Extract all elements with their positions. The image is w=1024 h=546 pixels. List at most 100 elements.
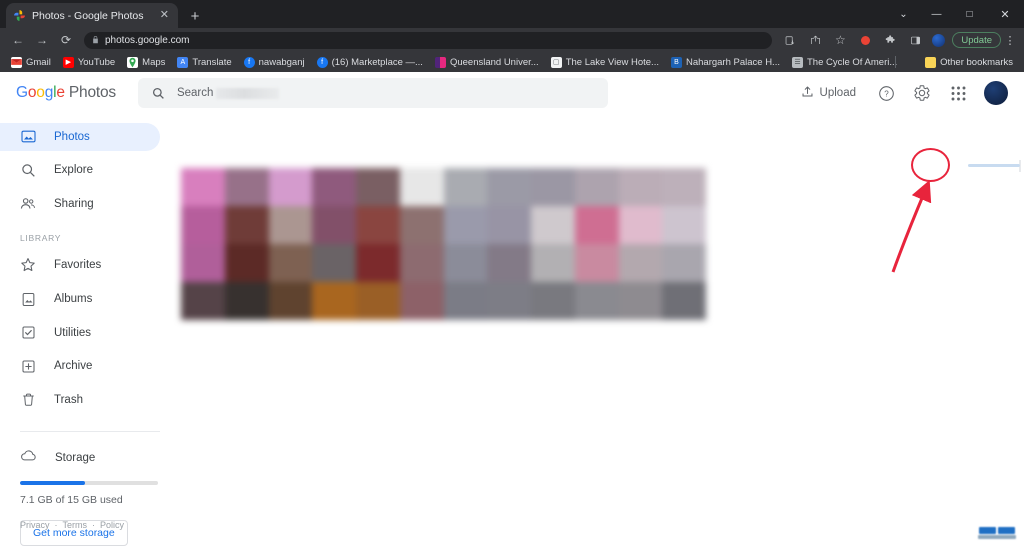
photo-thumbnail[interactable] [618, 168, 663, 206]
photo-thumbnail[interactable] [399, 168, 444, 206]
photo-thumbnail[interactable] [531, 168, 575, 206]
photo-thumbnail[interactable] [574, 168, 619, 206]
upload-button[interactable]: Upload [791, 79, 866, 107]
photo-thumbnail[interactable] [487, 168, 531, 206]
close-tab-icon[interactable]: ✕ [158, 8, 171, 23]
bookmark-translate[interactable]: A Translate [172, 54, 236, 71]
back-icon[interactable]: ← [6, 30, 30, 50]
photo-thumbnail[interactable] [487, 244, 531, 282]
browser-tab[interactable]: Photos - Google Photos ✕ [6, 3, 178, 28]
browser-profile-avatar[interactable] [932, 33, 946, 47]
bookmark-star-icon[interactable]: ☆ [828, 30, 852, 50]
photo-thumbnail[interactable] [356, 206, 400, 244]
photo-thumbnail[interactable] [574, 282, 619, 320]
privacy-link[interactable]: Privacy [20, 520, 50, 530]
photo-thumbnail[interactable] [399, 282, 444, 320]
photo-thumbnail[interactable] [487, 282, 531, 320]
other-bookmarks-button[interactable]: Other bookmarks [920, 54, 1018, 71]
extensions-icon[interactable] [878, 30, 902, 50]
address-bar[interactable]: photos.google.com [84, 31, 773, 49]
photo-thumbnail[interactable] [531, 282, 575, 320]
photo-thumbnail[interactable] [574, 244, 619, 282]
bookmark-cycle-of-ameri[interactable]: ☰ The Cycle Of Ameri... [787, 54, 902, 71]
search-input[interactable]: Search [137, 78, 608, 108]
photo-thumbnail[interactable] [356, 244, 400, 282]
photo-thumbnail[interactable] [181, 282, 225, 320]
update-button[interactable]: Update [952, 32, 1001, 48]
photo-thumbnail[interactable] [181, 244, 225, 282]
photo-thumbnail[interactable] [312, 168, 356, 206]
photo-thumbnail[interactable] [618, 206, 663, 244]
sidebar-item-sharing[interactable]: Sharing [0, 190, 160, 218]
sidebar-item-albums[interactable]: Albums [0, 285, 160, 313]
bookmark-lakeview[interactable]: ▢ The Lake View Hote... [546, 54, 664, 71]
photo-thumbnail[interactable] [224, 206, 269, 244]
apps-grid-icon[interactable] [942, 77, 974, 109]
photo-thumbnail[interactable] [268, 282, 313, 320]
bookmark-gmail[interactable]: Gmail [6, 54, 56, 71]
sidebar-item-explore[interactable]: Explore [0, 157, 160, 185]
photo-thumbnail[interactable] [224, 168, 269, 206]
install-icon[interactable] [778, 30, 802, 50]
share-icon[interactable] [803, 30, 827, 50]
sidebar-item-photos[interactable]: Photos [0, 123, 160, 151]
bookmark-nawabganj[interactable]: f nawabganj [239, 54, 310, 71]
terms-link[interactable]: Terms [63, 520, 88, 530]
photo-thumbnail[interactable] [312, 244, 356, 282]
sidebar-item-trash[interactable]: Trash [0, 386, 160, 414]
minimize-icon[interactable]: — [920, 0, 953, 28]
photo-thumbnail[interactable] [356, 168, 400, 206]
photo-thumbnail[interactable] [181, 168, 225, 206]
photo-thumbnail[interactable] [443, 206, 488, 244]
close-window-icon[interactable]: ✕ [986, 0, 1024, 28]
google-photos-logo[interactable]: Google Photos [16, 84, 116, 102]
photo-thumbnail[interactable] [662, 206, 706, 244]
bookmark-marketplace[interactable]: f (16) Marketplace —... [312, 54, 428, 71]
forward-icon[interactable]: → [30, 30, 54, 50]
photo-thumbnail[interactable] [662, 282, 706, 320]
maximize-icon[interactable]: □ [953, 0, 986, 28]
photo-thumbnail[interactable] [312, 282, 356, 320]
bookmark-nahargarh[interactable]: B Nahargarh Palace H... [666, 54, 785, 71]
photo-thumbnail[interactable] [574, 206, 619, 244]
photo-thumbnail[interactable] [618, 282, 663, 320]
photo-thumbnail[interactable] [487, 206, 531, 244]
photo-thumbnail[interactable] [224, 282, 269, 320]
record-dot-icon[interactable] [853, 30, 877, 50]
photo-thumbnail[interactable] [181, 206, 225, 244]
reload-icon[interactable]: ⟳ [54, 30, 78, 50]
sidebar-item-utilities[interactable]: Utilities [0, 319, 160, 347]
photo-thumbnail[interactable] [531, 244, 575, 282]
tab-search-icon[interactable]: ⌄ [887, 0, 920, 28]
policy-link[interactable]: Policy [100, 520, 124, 530]
new-tab-button[interactable]: + [187, 9, 203, 24]
photo-thumbnail[interactable] [268, 168, 313, 206]
photo-thumbnail[interactable] [618, 244, 663, 282]
scroll-position-indicator[interactable] [968, 164, 1020, 167]
browser-menu-icon[interactable]: ⋮ [1002, 34, 1018, 47]
storage-header[interactable]: Storage [20, 447, 160, 469]
bookmark-queensland[interactable]: Queensland Univer... [430, 54, 544, 71]
photo-thumbnail[interactable] [399, 206, 444, 244]
photo-thumbnail[interactable] [224, 244, 269, 282]
bookmark-maps[interactable]: Maps [122, 54, 170, 71]
help-circle-icon[interactable]: ? [870, 77, 902, 109]
side-panel-icon[interactable] [903, 30, 927, 50]
sidebar-item-archive[interactable]: Archive [0, 352, 160, 380]
photo-thumbnail[interactable] [268, 244, 313, 282]
photo-thumbnail[interactable] [531, 206, 575, 244]
account-avatar[interactable] [984, 81, 1008, 105]
photo-thumbnail[interactable] [662, 168, 706, 206]
photo-thumbnail[interactable] [312, 206, 356, 244]
sidebar-item-favorites[interactable]: Favorites [0, 252, 160, 280]
photo-thumbnail[interactable] [443, 282, 488, 320]
photo-thumbnail[interactable] [443, 244, 488, 282]
photo-thumbnail[interactable] [399, 244, 444, 282]
photo-thumbnail[interactable] [662, 244, 706, 282]
photo-thumbnail[interactable] [268, 206, 313, 244]
photo-thumbnail[interactable] [356, 282, 400, 320]
gear-icon[interactable] [906, 77, 938, 109]
bookmark-youtube[interactable]: ▶ YouTube [58, 54, 120, 71]
photo-thumbnail-grid[interactable] [181, 168, 706, 320]
photo-thumbnail[interactable] [443, 168, 488, 206]
